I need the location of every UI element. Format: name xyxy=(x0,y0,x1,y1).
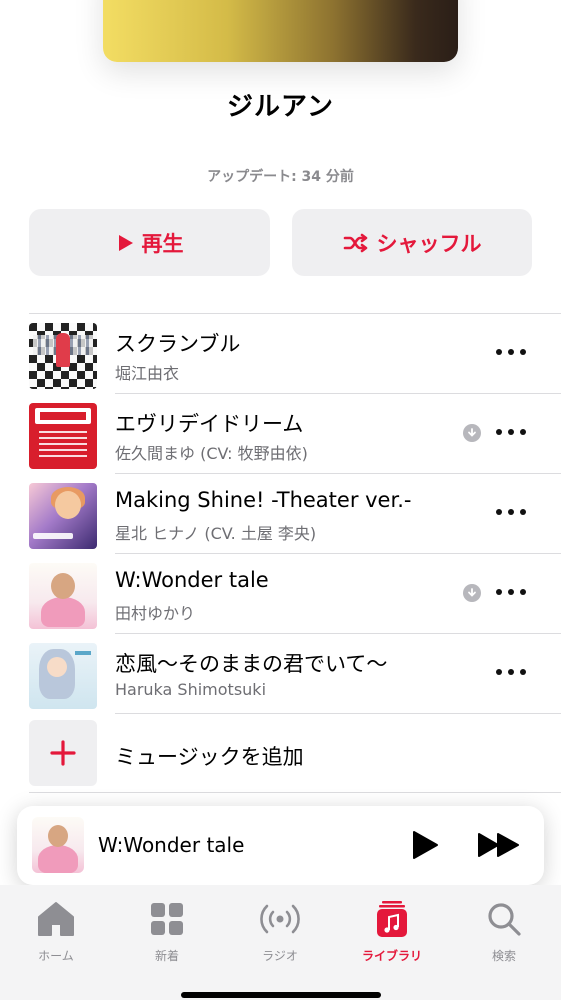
track-artist: 佐久間まゆ (CV: 牧野由依) xyxy=(115,444,308,463)
library-icon xyxy=(347,899,437,939)
track-title: 恋風〜そのままの君でいて〜 xyxy=(115,652,388,676)
playlist-artwork-area xyxy=(0,0,561,80)
track-artist: 田村ゆかり xyxy=(115,604,196,623)
now-playing-title: W:Wonder tale xyxy=(98,833,245,857)
track-row[interactable]: 恋風〜そのままの君でいて〜 Haruka Shimotsuki xyxy=(0,634,561,714)
plus-icon xyxy=(50,740,76,766)
tab-label: ラジオ xyxy=(262,949,298,963)
playlist-artwork xyxy=(103,0,458,62)
track-artist: Haruka Shimotsuki xyxy=(115,680,267,699)
tab-search[interactable]: 検索 xyxy=(459,899,549,964)
track-artist: 星北 ヒナノ (CV. 土屋 李央) xyxy=(115,524,317,543)
more-options-icon[interactable] xyxy=(496,502,526,522)
play-button-label: 再生 xyxy=(141,231,184,256)
album-art xyxy=(29,323,97,389)
track-title: エヴリデイドリーム xyxy=(115,412,304,436)
home-indicator xyxy=(181,992,381,998)
tab-label: 検索 xyxy=(491,949,516,963)
album-art xyxy=(29,403,97,469)
row-divider xyxy=(29,792,561,793)
radio-icon xyxy=(235,899,325,939)
shuffle-button-label: シャッフル xyxy=(376,231,482,256)
tab-label: ホーム xyxy=(38,949,74,963)
add-music-row[interactable]: ミュージックを追加 xyxy=(0,713,561,793)
play-icon[interactable] xyxy=(411,830,439,864)
tab-label: ライブラリ xyxy=(361,949,422,963)
track-row[interactable]: W:Wonder tale 田村ゆかり xyxy=(0,554,561,634)
album-art xyxy=(29,563,97,629)
track-row[interactable]: Making Shine! -Theater ver.- 星北 ヒナノ (CV.… xyxy=(0,474,561,554)
shuffle-icon xyxy=(343,233,369,253)
tab-home[interactable]: ホーム xyxy=(11,899,101,964)
play-button[interactable]: 再生 xyxy=(29,209,270,276)
tab-radio[interactable]: ラジオ xyxy=(235,899,325,964)
grid-icon xyxy=(122,899,212,939)
fast-forward-icon[interactable] xyxy=(477,832,521,862)
track-title: スクランブル xyxy=(115,332,241,356)
more-options-icon[interactable] xyxy=(496,662,526,682)
add-music-label: ミュージックを追加 xyxy=(115,745,304,769)
update-timestamp: アップデート: 34 分前 xyxy=(207,169,354,185)
track-row[interactable]: スクランブル 堀江由衣 xyxy=(0,314,561,394)
tab-library[interactable]: ライブラリ xyxy=(347,899,437,964)
track-row[interactable]: エヴリデイドリーム 佐久間まゆ (CV: 牧野由依) xyxy=(0,394,561,474)
shuffle-button[interactable]: シャッフル xyxy=(292,209,532,276)
play-icon xyxy=(116,234,134,252)
tab-label: 新着 xyxy=(154,949,179,963)
now-playing-art xyxy=(32,817,84,873)
album-art xyxy=(29,483,97,549)
track-title: Making Shine! -Theater ver.- xyxy=(115,488,412,512)
album-art xyxy=(29,643,97,709)
more-options-icon[interactable] xyxy=(496,582,526,602)
track-artist: 堀江由衣 xyxy=(115,364,180,383)
tab-new[interactable]: 新着 xyxy=(122,899,212,964)
download-icon[interactable] xyxy=(463,584,481,602)
download-icon[interactable] xyxy=(463,424,481,442)
more-options-icon[interactable] xyxy=(496,342,526,362)
home-icon xyxy=(11,899,101,939)
more-options-icon[interactable] xyxy=(496,422,526,442)
add-music-button[interactable] xyxy=(29,720,97,786)
mini-player[interactable]: W:Wonder tale xyxy=(17,806,544,885)
playlist-title: ジルアン xyxy=(227,92,334,122)
tab-bar: ホーム 新着 ラジオ ライブラリ 検索 xyxy=(0,885,561,1000)
track-title: W:Wonder tale xyxy=(115,568,269,592)
search-icon xyxy=(459,899,549,939)
